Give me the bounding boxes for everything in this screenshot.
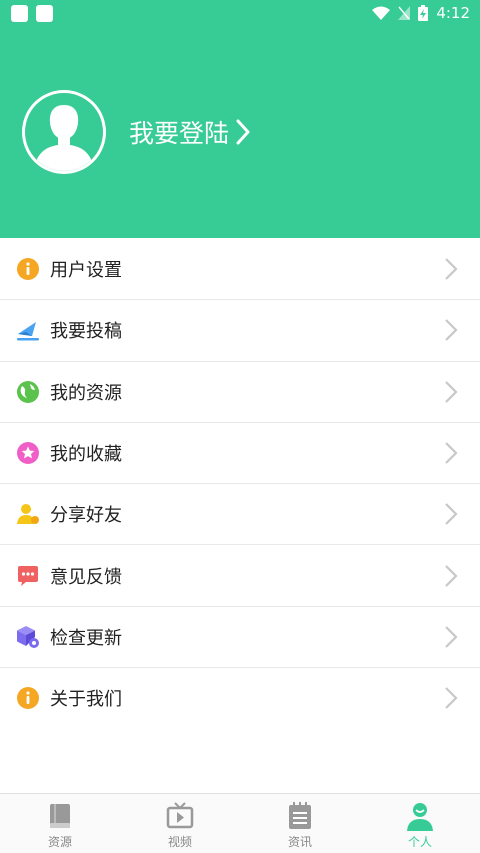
menu-item-my-resources[interactable]: 我的资源 <box>0 360 480 422</box>
person-icon <box>407 803 433 831</box>
notification-icon <box>11 5 28 22</box>
tab-label: 资源 <box>47 835 72 849</box>
menu-item-user-settings[interactable]: 用户设置 <box>0 238 480 300</box>
chevron-right-icon <box>445 687 458 709</box>
chevron-right-icon <box>236 119 250 145</box>
menu-item-label: 分享好友 <box>50 505 122 527</box>
box-gear-icon <box>17 625 39 648</box>
battery-icon <box>418 5 429 21</box>
profile-header: 我要登陆 <box>0 26 480 238</box>
chevron-right-icon <box>445 319 458 342</box>
chevron-right-icon <box>445 257 458 280</box>
menu-item-favorites[interactable]: 我的收藏 <box>0 421 480 484</box>
menu-item-submit[interactable]: 我要投稿 <box>0 299 480 361</box>
menu-item-label: 用户设置 <box>50 259 122 281</box>
notification-icon <box>36 5 53 22</box>
chat-icon <box>18 565 38 586</box>
tab-video[interactable]: 视频 <box>120 794 240 853</box>
paper-plane-icon <box>17 322 39 341</box>
info-icon <box>17 687 39 710</box>
star-icon <box>17 442 39 465</box>
tab-resources[interactable]: 资源 <box>0 794 120 853</box>
tab-news[interactable]: 资讯 <box>240 794 360 853</box>
menu-item-label: 我的收藏 <box>50 444 122 466</box>
chevron-right-icon <box>445 626 458 648</box>
menu-item-feedback[interactable]: 意见反馈 <box>0 544 480 606</box>
tab-profile[interactable]: 个人 <box>360 794 480 853</box>
chevron-right-icon <box>445 442 458 464</box>
clock: 4:12 <box>436 4 470 22</box>
wifi-icon <box>372 6 391 20</box>
menu-item-about[interactable]: 关于我们 <box>0 667 480 729</box>
no-signal-icon <box>398 6 411 20</box>
login-label: 我要登陆 <box>129 119 230 148</box>
default-avatar-icon <box>33 105 95 171</box>
menu-item-check-update[interactable]: 检查更新 <box>0 605 480 668</box>
menu-item-label: 关于我们 <box>50 689 122 711</box>
menu-item-label: 我的资源 <box>50 382 122 404</box>
tv-icon <box>166 802 194 829</box>
status-bar: 4:12 <box>0 0 480 26</box>
bottom-tab-bar: 资源 视频 资讯 个人 <box>0 793 480 853</box>
user-share-icon <box>17 504 39 525</box>
notepad-icon <box>289 802 311 829</box>
chevron-right-icon <box>445 564 458 587</box>
menu-list: 用户设置 我要投稿 我的资源 我的收藏 分享好友 意见反馈 检查更新 关于我们 <box>0 238 480 729</box>
menu-item-share[interactable]: 分享好友 <box>0 483 480 545</box>
menu-item-label: 我要投稿 <box>50 321 122 343</box>
info-icon <box>17 257 39 280</box>
globe-icon <box>17 380 39 403</box>
login-link[interactable]: 我要登陆 <box>129 114 251 150</box>
book-icon <box>50 804 70 828</box>
chevron-right-icon <box>445 380 458 403</box>
chevron-right-icon <box>445 503 458 526</box>
tab-label: 个人 <box>407 835 432 849</box>
tab-label: 资讯 <box>287 835 312 849</box>
tab-label: 视频 <box>167 835 192 849</box>
menu-item-label: 意见反馈 <box>50 566 122 588</box>
menu-item-label: 检查更新 <box>50 627 122 649</box>
avatar[interactable] <box>22 90 106 174</box>
